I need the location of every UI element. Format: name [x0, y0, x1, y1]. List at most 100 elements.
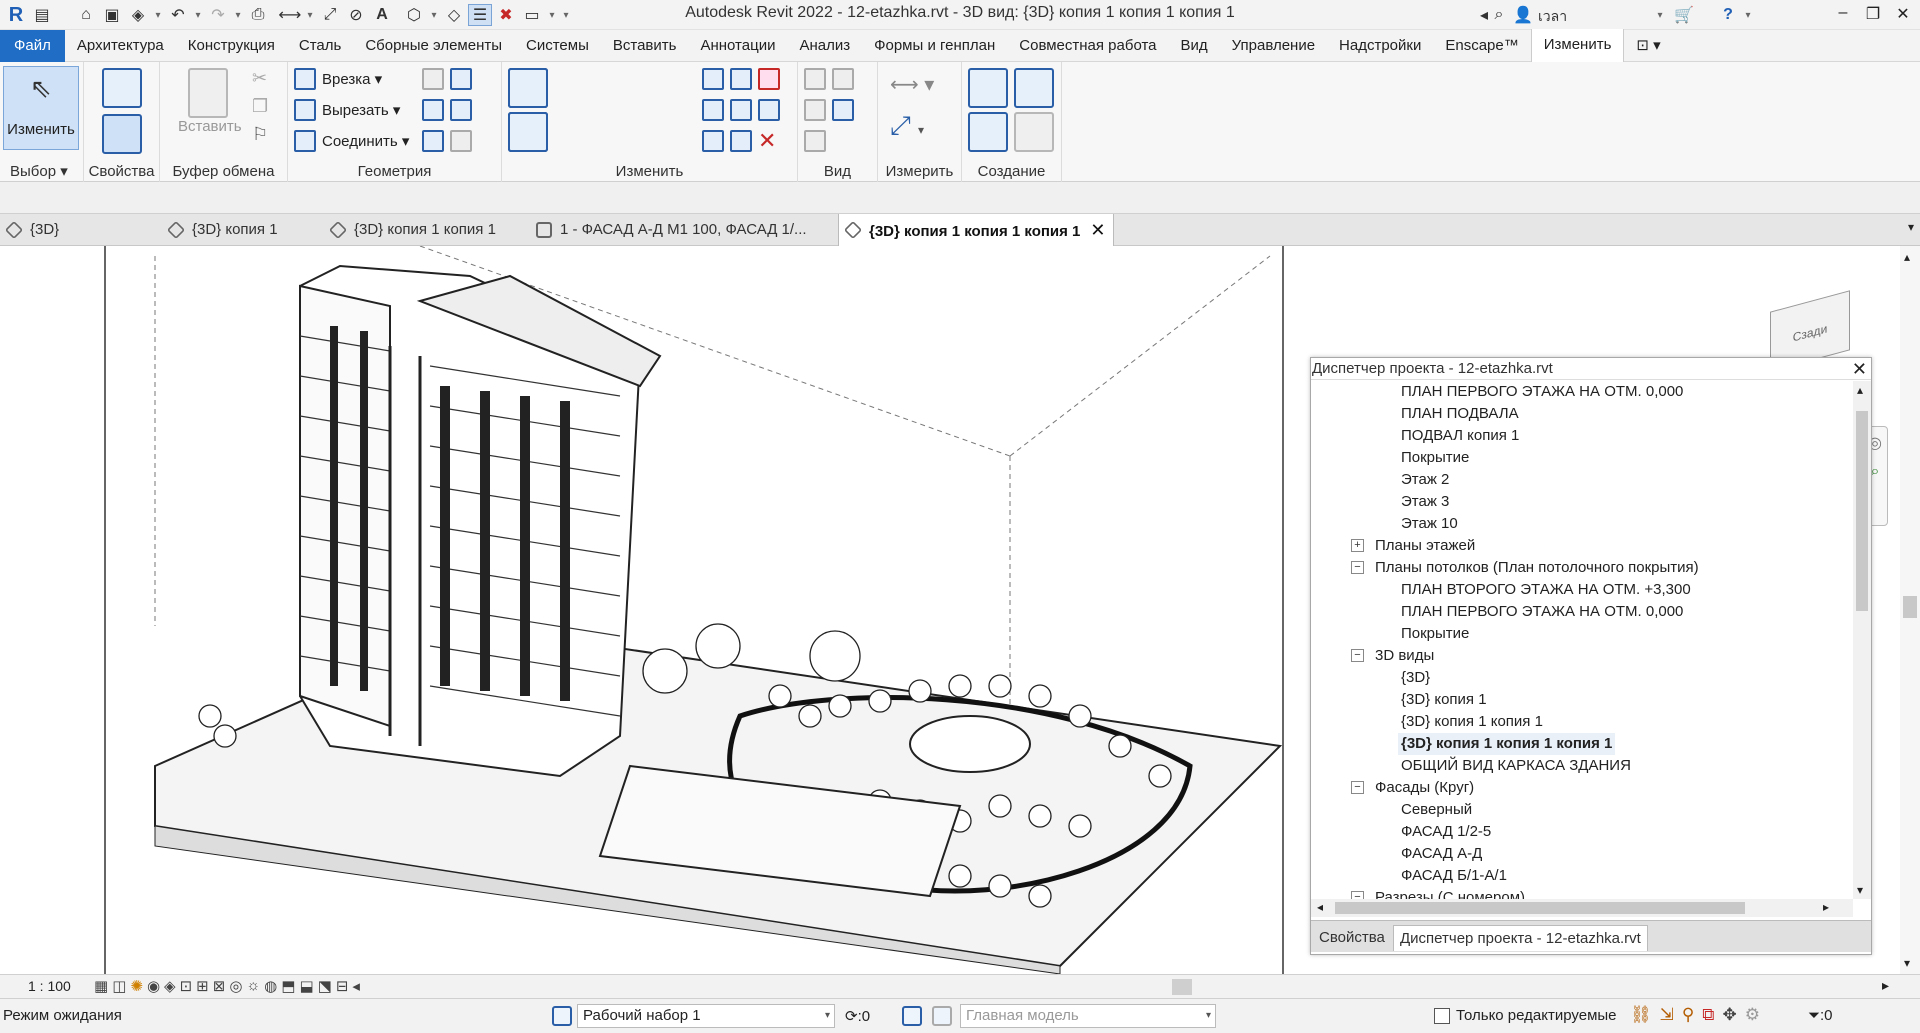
tab-enscape[interactable]: Enscape™	[1433, 30, 1530, 62]
match-properties-icon[interactable]: ⚐	[252, 124, 268, 145]
temporary-properties-icon[interactable]: ⬒	[281, 977, 295, 995]
collapse-bar-icon[interactable]: ◂	[352, 977, 360, 995]
array-icon[interactable]	[702, 99, 724, 121]
help-icon[interactable]: ?	[1716, 4, 1740, 26]
trim-multiple-icon[interactable]	[730, 130, 752, 152]
trim-single-icon[interactable]	[702, 130, 724, 152]
help-dropdown-icon[interactable]: ▾	[1742, 4, 1754, 26]
create-similar-icon[interactable]	[1014, 112, 1054, 152]
tree-item[interactable]: ПЛАН ВТОРОГО ЭТАЖА НА ОТМ. +3,300	[1401, 579, 1691, 601]
collapse-icon[interactable]: −	[1351, 781, 1364, 794]
drag-elements-icon[interactable]: ✥	[1722, 1005, 1736, 1025]
tree-item[interactable]: ПЛАН ПОДВАЛА	[1401, 403, 1519, 425]
tree-item[interactable]: ФАСАД 1/2-5	[1401, 821, 1491, 843]
worksets-icon[interactable]	[552, 1006, 572, 1026]
workset-select[interactable]: Рабочий набор 1 ▾	[577, 1004, 835, 1028]
cope-button[interactable]: Врезка ▾	[294, 68, 382, 90]
pin-icon[interactable]	[758, 99, 780, 121]
tab-precast[interactable]: Сборные элементы	[353, 30, 514, 62]
design-option-select[interactable]: Главная модель ▾	[960, 1004, 1216, 1028]
search-icon[interactable]: ⌕	[1487, 4, 1511, 26]
cut-icon[interactable]: ✂	[252, 68, 267, 89]
design-options-icon[interactable]	[902, 1006, 922, 1026]
tree-item[interactable]: {3D} копия 1	[1401, 689, 1487, 711]
paste-icon[interactable]	[188, 68, 228, 118]
dimension-icon[interactable]: ⤢ ▾	[890, 110, 924, 142]
tab-project-browser[interactable]: Диспетчер проекта - 12-etazhka.rvt	[1393, 925, 1648, 951]
override-icon[interactable]	[832, 68, 854, 90]
background-processes-icon[interactable]: ⚙	[1745, 1005, 1760, 1025]
crop-view-icon[interactable]: ⊡	[180, 977, 193, 995]
trim-extend-icon[interactable]	[508, 112, 548, 152]
tree-item[interactable]: ПЛАН ПЕРВОГО ЭТАЖА НА ОТМ. 0,000	[1401, 601, 1683, 623]
temporary-hide-icon[interactable]: ◎	[229, 977, 242, 995]
collapse-icon[interactable]: −	[1351, 649, 1364, 662]
unpin-icon[interactable]	[758, 68, 780, 90]
view-tab-3d-copy1-copy1[interactable]: {3D} копия 1 копия 1	[324, 214, 528, 246]
show-crop-icon[interactable]: ⊞	[196, 977, 209, 995]
tree-item-selected[interactable]: {3D} копия 1 копия 1 копия 1	[1398, 733, 1616, 755]
tab-collaborate[interactable]: Совместная работа	[1007, 30, 1168, 62]
linework-icon[interactable]	[804, 99, 826, 121]
tab-massing-site[interactable]: Формы и генплан	[862, 30, 1007, 62]
detail-level-icon[interactable]: ▦	[94, 977, 108, 995]
tree-item[interactable]: Этаж 3	[1401, 491, 1449, 513]
wall-joins-icon[interactable]	[422, 99, 444, 121]
design-options-editing-icon[interactable]	[932, 1006, 952, 1026]
hammer-icon[interactable]	[450, 130, 472, 152]
view-tab-active[interactable]: {3D} копия 1 копия 1 копия 1 ✕	[838, 214, 1114, 246]
tab-manage[interactable]: Управление	[1220, 30, 1327, 62]
cart-icon[interactable]: 🛒	[1672, 4, 1696, 26]
split-gap-icon[interactable]	[730, 68, 752, 90]
tree-item[interactable]: ФАСАД Б/1-А/1	[1401, 865, 1507, 887]
tree-item[interactable]: Этаж 2	[1401, 469, 1449, 491]
delete-icon[interactable]: ✕	[758, 128, 776, 154]
tree-group[interactable]: 3D виды	[1375, 645, 1434, 667]
expand-icon[interactable]: +	[1351, 539, 1364, 552]
select-links-icon[interactable]: ⛓	[1630, 1005, 1652, 1025]
filter-count[interactable]: ⏷:0	[1808, 1007, 1833, 1024]
tree-item[interactable]: ПЛАН ПЕРВОГО ЭТАЖА НА ОТМ. 0,000	[1401, 381, 1683, 403]
visual-style-icon[interactable]: ◫	[112, 977, 126, 995]
edit-profile-icon[interactable]	[422, 130, 444, 152]
close-browser-icon[interactable]: ✕	[1852, 358, 1867, 380]
user-icon[interactable]: 👤	[1511, 4, 1535, 26]
mirror-draw-axis-icon[interactable]	[508, 68, 548, 108]
scroll-thumb[interactable]	[1903, 596, 1917, 618]
tree-group[interactable]: Разрезы (С номером)	[1375, 887, 1525, 899]
shadows-icon[interactable]: ◉	[147, 977, 160, 995]
tree-item[interactable]: ОБЩИЙ ВИД КАРКАСА ЗДАНИЯ	[1401, 755, 1631, 777]
tab-insert[interactable]: Вставить	[601, 30, 689, 62]
view-tab-facade[interactable]: 1 - ФАСАД А-Д М1 100, ФАСАД 1/...	[530, 214, 838, 246]
close-tab-icon[interactable]: ✕	[1090, 220, 1105, 240]
close-icon[interactable]: ✕	[1888, 4, 1918, 26]
view-scale[interactable]: 1 : 100	[28, 978, 71, 994]
tab-properties[interactable]: Свойства	[1313, 925, 1391, 951]
tab-analyze[interactable]: Анализ	[787, 30, 862, 62]
paint-icon[interactable]	[450, 68, 472, 90]
editable-count[interactable]: ⟳:0	[845, 1007, 870, 1025]
split-face-icon[interactable]	[422, 68, 444, 90]
cut-geometry-button[interactable]: Вырезать ▾	[294, 99, 400, 121]
tree-item[interactable]: Покрытие	[1401, 623, 1469, 645]
copy-icon[interactable]: ❐	[252, 96, 268, 117]
tab-structure[interactable]: Конструкция	[176, 30, 287, 62]
view-tab-3d-copy1[interactable]: {3D} копия 1	[162, 214, 322, 246]
create-parts-icon[interactable]	[1014, 68, 1054, 108]
tab-systems[interactable]: Системы	[514, 30, 601, 62]
tree-item[interactable]: ПОДВАЛ копия 1	[1401, 425, 1519, 447]
tree-group[interactable]: Планы потолков (План потолочного покрыти…	[1375, 557, 1699, 579]
user-dropdown-icon[interactable]: ▾	[1654, 4, 1666, 26]
type-properties-icon[interactable]	[102, 68, 142, 108]
viewport-vertical-scrollbar[interactable]: ▴ ▾	[1900, 246, 1920, 974]
properties-icon[interactable]	[102, 114, 142, 154]
select-underlay-icon[interactable]: ⇲	[1660, 1005, 1674, 1025]
browser-vertical-scrollbar[interactable]: ▴ ▾	[1853, 381, 1871, 899]
scroll-left-icon[interactable]: ◂	[1317, 900, 1323, 914]
tab-annotate[interactable]: Аннотации	[688, 30, 787, 62]
tab-modify[interactable]: Изменить	[1530, 29, 1625, 62]
tab-addins[interactable]: Надстройки	[1327, 30, 1433, 62]
sun-path-icon[interactable]: ✺	[130, 977, 143, 995]
eraser-icon[interactable]	[804, 130, 826, 152]
collapse-icon[interactable]: −	[1351, 891, 1364, 899]
